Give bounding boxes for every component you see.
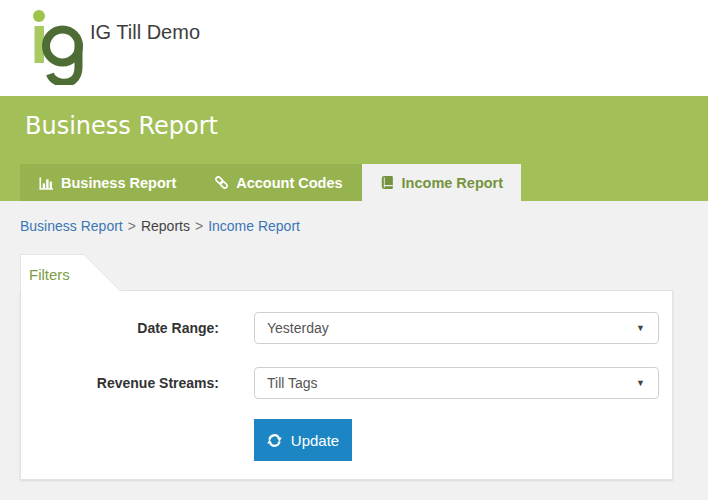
- page-title: Business Report: [25, 112, 218, 140]
- tab-income-report[interactable]: Income Report: [362, 164, 522, 201]
- filters-tab: Filters: [20, 254, 122, 292]
- breadcrumb-business-report[interactable]: Business Report: [20, 218, 123, 234]
- breadcrumb-separator: >: [128, 218, 136, 234]
- logo-i-dot: [33, 10, 45, 22]
- page-banner: Business Report Business Report Account …: [0, 96, 708, 201]
- update-button[interactable]: Update: [254, 419, 352, 461]
- tab-label: Account Codes: [236, 175, 342, 191]
- date-range-label: Date Range:: [21, 320, 254, 336]
- breadcrumb-income-report[interactable]: Income Report: [208, 218, 300, 234]
- breadcrumb-reports: Reports: [141, 218, 190, 234]
- date-range-row: Date Range: Yesterday ▼: [21, 312, 672, 344]
- report-tabs: Business Report Account Codes Income Rep…: [20, 164, 521, 201]
- tab-label: Business Report: [61, 175, 176, 191]
- filters-panel: Date Range: Yesterday ▼ Revenue Streams:…: [20, 290, 673, 480]
- app-title: IG Till Demo: [90, 21, 200, 44]
- revenue-streams-select[interactable]: Till Tags: [254, 367, 659, 399]
- breadcrumb: Business Report > Reports > Income Report: [20, 218, 708, 238]
- ig-logo: [28, 9, 86, 89]
- update-button-label: Update: [291, 432, 339, 449]
- breadcrumb-separator: >: [195, 218, 203, 234]
- revenue-streams-label: Revenue Streams:: [21, 375, 254, 391]
- filters-section: Filters Date Range: Yesterday ▼ Revenue …: [20, 254, 673, 480]
- tab-label: Income Report: [402, 175, 504, 191]
- filters-tab-label: Filters: [29, 266, 70, 283]
- date-range-select[interactable]: Yesterday: [254, 312, 659, 344]
- book-icon: [380, 175, 395, 190]
- logo-g-ring: [46, 30, 79, 63]
- tab-account-codes[interactable]: Account Codes: [195, 164, 361, 201]
- tab-business-report[interactable]: Business Report: [20, 164, 195, 201]
- link-icon: [214, 175, 229, 190]
- bar-chart-icon: [39, 176, 54, 190]
- app-header: IG Till Demo: [0, 0, 708, 96]
- refresh-icon: [267, 433, 282, 448]
- revenue-streams-row: Revenue Streams: Till Tags ▼: [21, 367, 672, 399]
